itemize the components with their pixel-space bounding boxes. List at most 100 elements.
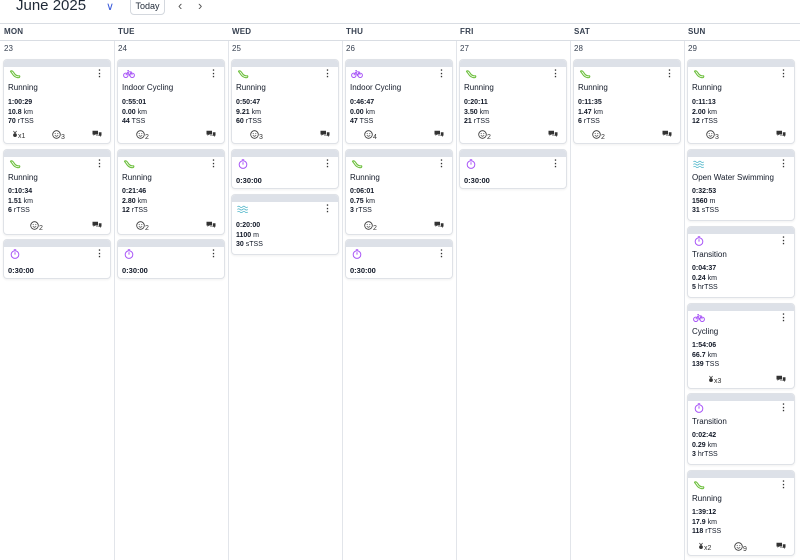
comments-icon[interactable] xyxy=(92,130,102,138)
feeling[interactable]: 3 xyxy=(250,130,263,141)
running-shoe-icon xyxy=(9,159,21,169)
comments-icon[interactable] xyxy=(776,130,786,138)
chevron-down-icon[interactable]: ∨ xyxy=(106,0,114,13)
workout-card-running[interactable]: ⋮ Running 1:00:29 10.8 km 70 rTSS x1 3 xyxy=(3,59,111,144)
more-options-icon[interactable]: ⋮ xyxy=(323,159,332,168)
distance: 0.75 xyxy=(350,197,364,205)
workout-card-transition[interactable]: ⋮ Transition 0:02:42 0.29 km 3 hrTSS xyxy=(687,393,795,465)
comments-icon[interactable] xyxy=(776,375,786,383)
more-options-icon[interactable]: ⋮ xyxy=(779,159,788,168)
feeling[interactable]: 2 xyxy=(136,221,149,232)
more-options-icon[interactable]: ⋮ xyxy=(95,69,104,78)
distance-unit: km xyxy=(137,108,147,116)
load-unit: TSS xyxy=(131,118,146,125)
column-divider xyxy=(570,41,571,560)
more-options-icon[interactable]: ⋮ xyxy=(779,403,788,412)
more-options-icon[interactable]: ⋮ xyxy=(779,313,788,322)
workout-card-running[interactable]: ⋮ Running 0:10:34 1.51 km 6 rTSS 2 xyxy=(3,149,111,235)
feeling[interactable]: 2 xyxy=(478,130,491,141)
feeling[interactable]: 2 xyxy=(592,130,605,141)
more-options-icon[interactable]: ⋮ xyxy=(437,159,446,168)
workout-stats: 0:04:37 0.24 km 5 hrTSS xyxy=(692,264,718,293)
chevron-left-icon[interactable]: ‹ xyxy=(178,0,182,13)
comments-icon[interactable] xyxy=(434,130,444,138)
more-options-icon[interactable]: ⋮ xyxy=(551,159,560,168)
stopwatch-icon xyxy=(693,236,705,246)
smiley-icon xyxy=(706,130,715,139)
achievements[interactable]: x2 xyxy=(698,542,711,552)
workout-card-cycling[interactable]: ⋮ Indoor Cycling 0:46:47 0.00 km 47 TSS … xyxy=(345,59,453,144)
comments-icon[interactable] xyxy=(206,130,216,138)
load-unit: rTSS xyxy=(245,118,262,125)
comments-icon[interactable] xyxy=(320,130,330,138)
distance: 66.7 xyxy=(692,351,706,359)
comments-icon[interactable] xyxy=(434,221,444,229)
duration: 0:30:00 xyxy=(122,266,148,275)
distance: 17.9 xyxy=(692,518,706,526)
comments-icon[interactable] xyxy=(206,221,216,229)
workout-card-swim[interactable]: ⋮ Open Water Swimming 0:32:53 1560 m 31 … xyxy=(687,149,795,221)
comments-icon[interactable] xyxy=(662,130,672,138)
workout-card-planned[interactable]: ⋮ 0:30:00 xyxy=(117,239,225,279)
day-number: 26 xyxy=(346,44,355,53)
workout-card-swim[interactable]: ⋮ 0:20:00 1100 m 30 sTSS xyxy=(231,194,339,255)
running-shoe-icon xyxy=(693,69,705,79)
weekday-tue: TUE xyxy=(118,27,135,36)
feeling[interactable]: 3 xyxy=(706,130,719,141)
achievements[interactable]: x3 xyxy=(708,375,721,385)
more-options-icon[interactable]: ⋮ xyxy=(665,69,674,78)
workout-card-running[interactable]: ⋮ Running 0:50:47 9.21 km 60 rTSS 3 xyxy=(231,59,339,144)
chevron-right-icon[interactable]: › xyxy=(198,0,202,13)
more-options-icon[interactable]: ⋮ xyxy=(323,204,332,213)
workout-card-cycling[interactable]: ⋮ Indoor Cycling 0:55:01 0.00 km 44 TSS … xyxy=(117,59,225,144)
workout-card-planned[interactable]: ⋮ 0:30:00 xyxy=(345,239,453,279)
more-options-icon[interactable]: ⋮ xyxy=(779,236,788,245)
day-number: 25 xyxy=(232,44,241,53)
more-options-icon[interactable]: ⋮ xyxy=(779,480,788,489)
comments-icon[interactable] xyxy=(92,221,102,229)
comments-icon[interactable] xyxy=(548,130,558,138)
feeling[interactable]: 9 xyxy=(734,542,747,553)
achievements[interactable]: x1 xyxy=(12,130,25,140)
workout-card-running[interactable]: ⋮ Running 0:21:46 2.80 km 12 rTSS 2 xyxy=(117,149,225,235)
more-options-icon[interactable]: ⋮ xyxy=(551,69,560,78)
workout-card-transition[interactable]: ⋮ Transition 0:04:37 0.24 km 5 hrTSS xyxy=(687,226,795,298)
load-unit: TSS xyxy=(705,361,720,368)
day-number: 28 xyxy=(574,44,583,53)
workout-title: Indoor Cycling xyxy=(350,83,402,92)
more-options-icon[interactable]: ⋮ xyxy=(209,159,218,168)
workout-card-planned[interactable]: ⋮ 0:30:00 xyxy=(3,239,111,279)
running-shoe-icon xyxy=(351,159,363,169)
more-options-icon[interactable]: ⋮ xyxy=(95,249,104,258)
workout-card-planned[interactable]: ⋮ 0:30:00 xyxy=(231,149,339,189)
workout-card-running[interactable]: ⋮ Running 0:11:13 2.00 km 12 rTSS 3 xyxy=(687,59,795,144)
workout-card-running[interactable]: ⋮ Running 0:06:01 0.75 km 3 rTSS 2 xyxy=(345,149,453,235)
feeling[interactable]: 3 xyxy=(52,130,65,141)
feeling[interactable]: 2 xyxy=(30,221,43,232)
more-options-icon[interactable]: ⋮ xyxy=(323,69,332,78)
workout-title: Transition xyxy=(692,417,727,426)
workout-card-running[interactable]: ⋮ Running 1:39:12 17.9 km 118 rTSS x2 9 xyxy=(687,470,795,556)
workout-card-running[interactable]: ⋮ Running 0:20:11 3.50 km 21 rTSS 2 xyxy=(459,59,567,144)
workout-card-cycling[interactable]: ⋮ Cycling 1:54:06 66.7 km 139 TSS x3 xyxy=(687,303,795,389)
duration: 0:10:34 xyxy=(8,188,33,195)
workout-title: Cycling xyxy=(692,327,719,336)
feeling[interactable]: 2 xyxy=(136,130,149,141)
training-load: 139 xyxy=(692,361,704,368)
bicycle-icon xyxy=(693,313,705,323)
today-button[interactable]: Today xyxy=(130,0,165,15)
more-options-icon[interactable]: ⋮ xyxy=(95,159,104,168)
more-options-icon[interactable]: ⋮ xyxy=(209,69,218,78)
more-options-icon[interactable]: ⋮ xyxy=(209,249,218,258)
feeling[interactable]: 2 xyxy=(364,221,377,232)
feeling[interactable]: 4 xyxy=(364,130,377,141)
workout-card-planned[interactable]: ⋮ 0:30:00 xyxy=(459,149,567,189)
more-options-icon[interactable]: ⋮ xyxy=(779,69,788,78)
comments-icon[interactable] xyxy=(776,542,786,550)
workout-title: Running xyxy=(464,83,494,92)
more-options-icon[interactable]: ⋮ xyxy=(437,249,446,258)
more-options-icon[interactable]: ⋮ xyxy=(437,69,446,78)
workout-title: Running xyxy=(578,83,608,92)
stopwatch-icon xyxy=(351,249,363,259)
workout-card-running[interactable]: ⋮ Running 0:11:35 1.47 km 6 rTSS 2 xyxy=(573,59,681,144)
